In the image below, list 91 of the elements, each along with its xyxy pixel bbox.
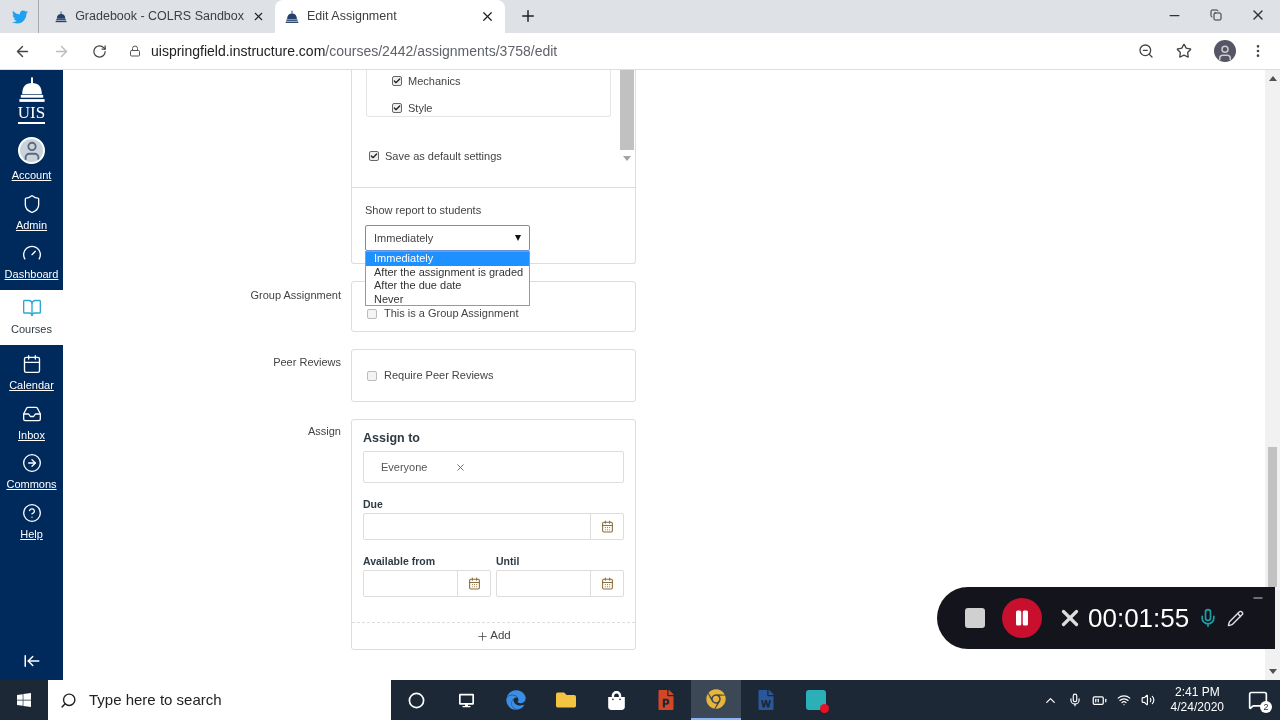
dropdown-option[interactable]: After the assignment is graded — [366, 265, 529, 279]
checkbox[interactable] — [392, 102, 402, 113]
clock-time: 2:41 PM — [1174, 685, 1220, 700]
circle-icon[interactable] — [407, 691, 425, 709]
chrome-task[interactable] — [691, 680, 741, 720]
calendar-icon — [600, 520, 614, 533]
avatar — [18, 137, 45, 164]
sidebar-label: Help — [20, 526, 43, 542]
row-label: Assign — [306, 424, 341, 439]
assignee-field[interactable]: Everyone — [363, 451, 624, 483]
due-field[interactable] — [363, 513, 624, 540]
sidebar-label: Admin — [15, 217, 48, 233]
notification-count: 2 — [1260, 701, 1272, 713]
option-label: Mechanics — [408, 74, 461, 89]
search-field[interactable]: Type here to search — [48, 680, 391, 720]
checkbox[interactable] — [392, 76, 402, 87]
field-label: Show report to students — [365, 204, 483, 217]
pause-button[interactable] — [1002, 598, 1042, 638]
bag-icon[interactable] — [606, 690, 626, 710]
task-view-icon[interactable] — [458, 692, 474, 708]
search-icon — [60, 691, 77, 709]
sidebar-label: Courses — [11, 321, 52, 337]
field-label: Until — [496, 555, 521, 568]
slides-icon[interactable] — [656, 690, 676, 710]
sidebar-item[interactable]: Account — [0, 132, 63, 189]
zoom-icon[interactable] — [1138, 43, 1154, 59]
sidebar-item[interactable]: Help — [0, 497, 63, 547]
remove-icon[interactable] — [455, 461, 467, 473]
row-label: Group Assignment — [249, 288, 341, 303]
address-field[interactable]: uispringfield.instructure.com/courses/2442/assignments/3758/edit — [129, 37, 1116, 65]
sidebar-item[interactable]: Commons — [0, 448, 63, 498]
plus-icon — [476, 629, 490, 643]
dropdown-option[interactable]: Never — [366, 292, 529, 305]
checkbox-label: This is a Group Assignment — [384, 307, 519, 319]
sidebar-label: Commons — [6, 477, 57, 492]
timer: 00:01:55 — [1088, 601, 1190, 635]
option-label: Style — [408, 100, 433, 116]
lock-icon — [129, 45, 141, 57]
field-label: Due — [363, 498, 384, 511]
checkbox-label: Save as default settings — [385, 149, 502, 164]
restore-icon[interactable] — [1210, 9, 1222, 21]
clock-date: 4/24/2020 — [1170, 700, 1224, 715]
url-text: uispringfield.instructure.com/courses/2442/assignments/3758/edit — [151, 41, 558, 61]
calendar-icon — [467, 577, 481, 590]
date-field[interactable] — [363, 570, 491, 597]
tab-title: Edit Assignment — [307, 8, 398, 26]
sidebar-item[interactable]: Inbox — [0, 398, 63, 448]
sidebar-label: Account — [11, 168, 52, 183]
logo-text: UIS — [17, 104, 46, 124]
star-icon[interactable] — [1176, 43, 1192, 59]
calendar-icon — [600, 577, 614, 590]
chrome-icon — [706, 689, 726, 709]
sidebar-item[interactable]: Courses — [0, 289, 63, 345]
dropdown-option[interactable]: After the due date — [366, 279, 529, 293]
sidebar-label: Dashboard — [4, 267, 59, 282]
browser-tab[interactable]: Edit Assignment — [275, 0, 505, 33]
add-button[interactable]: Add — [352, 622, 635, 649]
page-scrollbar[interactable] — [1265, 70, 1280, 680]
sidebar-label: Calendar — [9, 378, 54, 393]
close-icon[interactable] — [480, 9, 495, 24]
field-label: Available from — [363, 555, 436, 568]
stop-icon[interactable] — [963, 606, 987, 630]
sidebar-item[interactable]: Admin — [0, 188, 63, 238]
row-label: Peer Reviews — [272, 355, 341, 370]
sidebar-item[interactable]: Calendar — [0, 349, 63, 399]
checkbox[interactable] — [369, 151, 379, 162]
checkbox[interactable] — [367, 370, 377, 381]
edge-icon[interactable] — [506, 690, 526, 710]
volume-icon[interactable] — [1140, 693, 1155, 707]
help-icon — [21, 502, 42, 523]
folder-icon[interactable] — [556, 690, 576, 710]
date-field[interactable] — [496, 570, 624, 597]
wifi-icon[interactable] — [1116, 693, 1131, 707]
sidebar-item[interactable]: Dashboard — [0, 238, 63, 288]
checkbox-label: Require Peer Reviews — [384, 368, 494, 384]
avatar[interactable] — [1214, 40, 1236, 62]
caret-icon — [515, 235, 521, 241]
tab-title: Gradebook - COLRS Sandbox — [75, 8, 244, 26]
collapse-icon[interactable] — [22, 652, 41, 670]
section-heading: Assign to — [363, 430, 421, 446]
calendar-icon — [21, 354, 42, 374]
pause-icon — [1013, 609, 1031, 627]
sidebar-label: Inbox — [18, 427, 45, 443]
assignee-token[interactable]: Everyone — [381, 458, 467, 476]
checkbox[interactable] — [367, 309, 377, 319]
reload-icon[interactable] — [92, 43, 107, 59]
windows-icon[interactable] — [16, 692, 32, 708]
book-icon — [21, 297, 42, 318]
new-tab-icon[interactable] — [519, 7, 537, 25]
pencil-icon[interactable] — [1227, 609, 1245, 627]
mic-icon[interactable] — [1067, 693, 1082, 707]
